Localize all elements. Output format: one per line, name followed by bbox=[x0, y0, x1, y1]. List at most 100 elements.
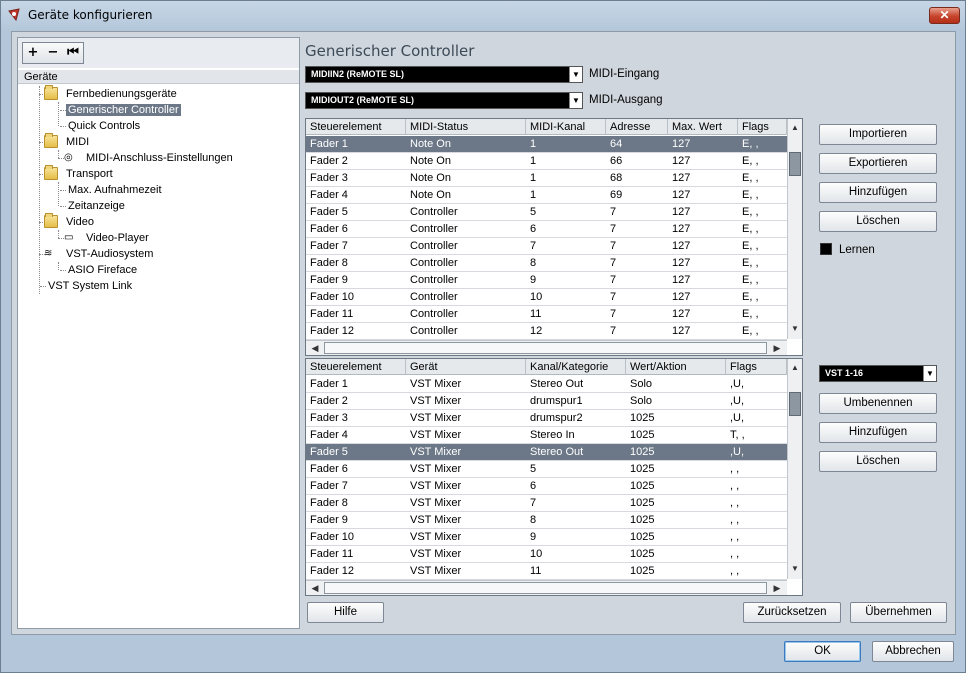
table-cell: ,U, bbox=[730, 395, 745, 407]
table-row[interactable]: Fader 7 Controller 7 7 127 E, , bbox=[306, 238, 787, 255]
assignment-table-column-header[interactable]: Gerät bbox=[406, 359, 526, 375]
ok-button[interactable]: OK bbox=[784, 641, 861, 662]
table-row[interactable]: Fader 9 VST Mixer 8 1025 , , bbox=[306, 512, 787, 529]
tree-item-zeitanzeige[interactable]: Zeitanzeige bbox=[60, 198, 127, 214]
table-cell: VST Mixer bbox=[410, 412, 462, 424]
controller-table-column-header[interactable]: MIDI-Kanal bbox=[526, 119, 606, 135]
table-row[interactable]: Fader 12 Controller 12 7 127 E, , bbox=[306, 323, 787, 340]
tree-item-vst-audiosystem[interactable]: ≋ VST-Audiosystem bbox=[39, 246, 155, 262]
midi-output-value: MIDIOUT2 (ReMOTE SL) bbox=[311, 95, 414, 105]
assignment-table-vscroll[interactable]: ▲ ▼ bbox=[787, 359, 802, 579]
table-row[interactable]: Fader 7 VST Mixer 6 1025 , , bbox=[306, 478, 787, 495]
assignment-table-column-header[interactable]: Flags bbox=[726, 359, 787, 375]
assignment-table-hscroll[interactable]: ◀ ▶ bbox=[306, 580, 787, 595]
scroll-left-icon[interactable]: ◀ bbox=[308, 581, 322, 595]
tree-item-midi-anschluss-einstellungen[interactable]: ◎ MIDI-Anschluss-Einstellungen bbox=[58, 150, 235, 166]
scroll-up-icon[interactable]: ▲ bbox=[788, 121, 802, 135]
scroll-right-icon[interactable]: ▶ bbox=[770, 341, 784, 355]
table-cell: , , bbox=[730, 497, 740, 509]
remove-device-button[interactable]: − bbox=[43, 43, 63, 63]
delete-bank-button[interactable]: Löschen bbox=[819, 451, 937, 472]
table-cell: Fader 5 bbox=[310, 206, 348, 218]
table-row[interactable]: Fader 6 Controller 6 7 127 E, , bbox=[306, 221, 787, 238]
table-cell: 127 bbox=[672, 240, 691, 252]
scroll-down-icon[interactable]: ▼ bbox=[788, 322, 802, 336]
tree-item-label: VST System Link bbox=[48, 280, 133, 292]
table-row[interactable]: Fader 6 VST Mixer 5 1025 , , bbox=[306, 461, 787, 478]
table-cell: E, , bbox=[742, 172, 759, 184]
table-row[interactable]: Fader 1 Note On 1 64 127 E, , bbox=[306, 136, 787, 153]
cancel-button[interactable]: Abbrechen bbox=[872, 641, 954, 662]
midi-output-select[interactable]: MIDIOUT2 (ReMOTE SL) ▼ bbox=[305, 92, 583, 109]
tree-item-quick-controls[interactable]: Quick Controls bbox=[60, 118, 142, 134]
table-row[interactable]: Fader 9 Controller 9 7 127 E, , bbox=[306, 272, 787, 289]
table-row[interactable]: Fader 2 VST Mixer drumspur1 Solo ,U, bbox=[306, 393, 787, 410]
learn-checkbox[interactable] bbox=[820, 243, 832, 255]
import-button[interactable]: Importieren bbox=[819, 124, 937, 145]
table-row[interactable]: Fader 4 Note On 1 69 127 E, , bbox=[306, 187, 787, 204]
table-cell: , , bbox=[730, 565, 740, 577]
add-controller-button[interactable]: Hinzufügen bbox=[819, 182, 937, 203]
table-row[interactable]: Fader 11 VST Mixer 10 1025 , , bbox=[306, 546, 787, 563]
tree-item-max-aufnahmezeit[interactable]: Max. Aufnahmezeit bbox=[60, 182, 164, 198]
table-row[interactable]: Fader 2 Note On 1 66 127 E, , bbox=[306, 153, 787, 170]
scroll-up-icon[interactable]: ▲ bbox=[788, 361, 802, 375]
table-row[interactable]: Fader 10 VST Mixer 9 1025 , , bbox=[306, 529, 787, 546]
controller-table-column-header[interactable]: Adresse bbox=[606, 119, 668, 135]
scroll-left-icon[interactable]: ◀ bbox=[308, 341, 322, 355]
close-button[interactable]: ✕ bbox=[929, 7, 960, 24]
table-cell: drumspur1 bbox=[530, 395, 583, 407]
controller-table-vscroll-thumb[interactable] bbox=[789, 152, 801, 176]
controller-table-vscroll[interactable]: ▲ ▼ bbox=[787, 119, 802, 339]
assignment-table-column-header[interactable]: Wert/Aktion bbox=[626, 359, 726, 375]
assignment-table-hscroll-thumb[interactable] bbox=[324, 582, 767, 594]
reset-device-button[interactable]: ⏮ bbox=[63, 43, 83, 63]
assignment-table-column-header[interactable]: Steuerelement bbox=[306, 359, 406, 375]
controller-table-column-header[interactable]: MIDI-Status bbox=[406, 119, 526, 135]
table-row[interactable]: Fader 12 VST Mixer 11 1025 , , bbox=[306, 563, 787, 580]
scroll-down-icon[interactable]: ▼ bbox=[788, 562, 802, 576]
add-device-button[interactable]: + bbox=[23, 43, 43, 63]
table-row[interactable]: Fader 8 Controller 8 7 127 E, , bbox=[306, 255, 787, 272]
assignment-table-column-header[interactable]: Kanal/Kategorie bbox=[526, 359, 626, 375]
reset-button[interactable]: Zurücksetzen bbox=[743, 602, 841, 623]
tree-item-generischer-controller[interactable]: Generischer Controller bbox=[60, 102, 181, 118]
tree-item-label: ASIO Fireface bbox=[68, 264, 138, 276]
table-row[interactable]: Fader 11 Controller 11 7 127 E, , bbox=[306, 306, 787, 323]
controller-table-column-header[interactable]: Steuerelement bbox=[306, 119, 406, 135]
table-row[interactable]: Fader 8 VST Mixer 7 1025 , , bbox=[306, 495, 787, 512]
table-row[interactable]: Fader 3 Note On 1 68 127 E, , bbox=[306, 170, 787, 187]
controller-table-column-header[interactable]: Max. Wert bbox=[668, 119, 738, 135]
delete-controller-button[interactable]: Löschen bbox=[819, 211, 937, 232]
table-row[interactable]: Fader 5 Controller 5 7 127 E, , bbox=[306, 204, 787, 221]
controller-table-column-header[interactable]: Flags bbox=[738, 119, 787, 135]
tree-item-vst-system-link[interactable]: VST System Link bbox=[40, 278, 134, 294]
midi-input-select[interactable]: MIDIIN2 (ReMOTE SL) ▼ bbox=[305, 66, 583, 83]
chevron-down-icon: ▼ bbox=[923, 366, 936, 381]
tree-item-video-player[interactable]: ▭ Video-Player bbox=[58, 230, 151, 246]
tree-item-asio-fireface[interactable]: ASIO Fireface bbox=[60, 262, 139, 278]
add-bank-button[interactable]: Hinzufügen bbox=[819, 422, 937, 443]
video-player-icon: ▭ bbox=[64, 232, 74, 243]
export-button[interactable]: Exportieren bbox=[819, 153, 937, 174]
assignment-table-vscroll-thumb[interactable] bbox=[789, 392, 801, 416]
table-row[interactable]: Fader 4 VST Mixer Stereo In 1025 T, , bbox=[306, 427, 787, 444]
table-row[interactable]: Fader 10 Controller 10 7 127 E, , bbox=[306, 289, 787, 306]
controller-table-hscroll-thumb[interactable] bbox=[324, 342, 767, 354]
table-row[interactable]: Fader 1 VST Mixer Stereo Out Solo ,U, bbox=[306, 376, 787, 393]
table-row[interactable]: Fader 3 VST Mixer drumspur2 1025 ,U, bbox=[306, 410, 787, 427]
tree-item-transport[interactable]: Transport bbox=[39, 165, 115, 182]
tree-item-midi[interactable]: MIDI bbox=[39, 133, 91, 150]
tree-item-fernbedienungsger-te[interactable]: Fernbedienungsgeräte bbox=[39, 85, 179, 102]
table-row[interactable]: Fader 5 VST Mixer Stereo Out 1025 ,U, bbox=[306, 444, 787, 461]
table-cell: Fader 4 bbox=[310, 189, 348, 201]
rename-bank-button[interactable]: Umbenennen bbox=[819, 393, 937, 414]
controller-table-hscroll[interactable]: ◀ ▶ bbox=[306, 340, 787, 355]
table-cell: 127 bbox=[672, 291, 691, 303]
apply-button[interactable]: Übernehmen bbox=[850, 602, 947, 623]
help-button[interactable]: Hilfe bbox=[307, 602, 384, 623]
tree-item-video[interactable]: Video bbox=[39, 213, 96, 230]
scroll-right-icon[interactable]: ▶ bbox=[770, 581, 784, 595]
bank-select[interactable]: VST 1-16 ▼ bbox=[819, 365, 937, 382]
table-cell: E, , bbox=[742, 257, 759, 269]
